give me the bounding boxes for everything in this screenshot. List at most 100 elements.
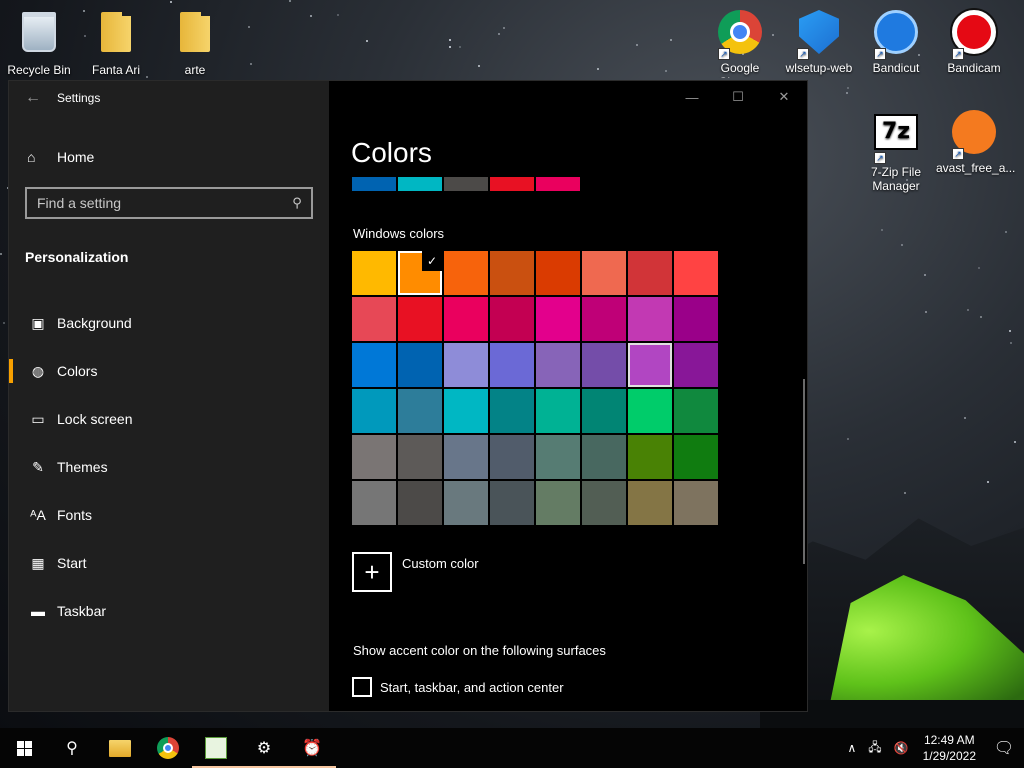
desktop-icon-7zip[interactable]: 7z ↗ 7-Zip File Manager [858, 108, 934, 193]
taskbar-chart-app[interactable] [192, 728, 240, 768]
desktop-icon-bandicam[interactable]: ↗ Bandicam [936, 8, 1012, 75]
desktop-icon-google-chrome[interactable]: ↗ Google Chrome [702, 8, 778, 78]
tray-chevron-icon[interactable]: ∧ [841, 741, 862, 755]
taskbar-chrome[interactable] [144, 728, 192, 768]
color-swatch[interactable] [352, 251, 396, 295]
color-swatch[interactable] [444, 297, 488, 341]
color-swatch[interactable] [582, 389, 626, 433]
color-swatch[interactable] [536, 481, 580, 525]
start-taskbar-checkbox[interactable] [352, 677, 372, 697]
color-swatch[interactable] [582, 297, 626, 341]
color-swatch[interactable] [582, 343, 626, 387]
recent-color-swatch[interactable] [536, 177, 580, 191]
color-swatch[interactable] [398, 435, 442, 479]
nav-item-background[interactable]: ▣ Background [9, 299, 329, 347]
recent-color-swatch[interactable] [352, 177, 396, 191]
accent-start-taskbar-option[interactable]: Start, taskbar, and action center [352, 677, 564, 697]
color-swatch-hovered[interactable] [628, 343, 672, 387]
desktop-icon-arte[interactable]: arte [157, 8, 233, 77]
color-swatch[interactable] [444, 251, 488, 295]
taskbar-settings[interactable]: ⚙ [240, 728, 288, 768]
nav-item-fonts[interactable]: ᴬA Fonts [9, 491, 329, 539]
start-button[interactable] [0, 728, 48, 768]
volume-muted-icon[interactable]: 🔇 [888, 741, 915, 755]
nav-item-colors[interactable]: ◍ Colors [9, 347, 329, 395]
color-swatch[interactable] [444, 343, 488, 387]
close-button[interactable]: ✕ [761, 81, 807, 113]
recent-color-swatch[interactable] [398, 177, 442, 191]
taskbar-search-button[interactable]: ⚲ [48, 728, 96, 768]
taskbar-file-explorer[interactable] [96, 728, 144, 768]
color-swatch[interactable] [582, 481, 626, 525]
nav-item-lock-screen[interactable]: ▭ Lock screen [9, 395, 329, 443]
back-button[interactable]: ← [9, 81, 57, 115]
custom-color-button[interactable]: + Custom color [352, 552, 479, 592]
color-swatch[interactable] [398, 389, 442, 433]
color-swatch[interactable] [398, 343, 442, 387]
color-swatch[interactable] [352, 297, 396, 341]
color-swatch[interactable] [444, 481, 488, 525]
color-swatch[interactable] [536, 251, 580, 295]
desktop-icon-label: Bandicam [947, 61, 1001, 75]
color-swatch[interactable] [398, 481, 442, 525]
color-swatch[interactable] [582, 251, 626, 295]
color-swatch[interactable] [582, 435, 626, 479]
minimize-button[interactable]: — [669, 81, 715, 113]
window-title: Settings [57, 91, 101, 105]
nav-item-start[interactable]: ▦ Start [9, 539, 329, 587]
color-swatch[interactable] [536, 389, 580, 433]
desktop-icon-fanta-ari[interactable]: Fanta Ari [78, 8, 154, 77]
color-swatch[interactable] [352, 481, 396, 525]
color-swatch[interactable] [628, 389, 672, 433]
nav-home[interactable]: ⌂ Home [9, 141, 329, 173]
nav-item-themes[interactable]: ✎ Themes [9, 443, 329, 491]
color-swatch[interactable] [398, 297, 442, 341]
desktop-icon-recycle-bin[interactable]: Recycle Bin [1, 8, 77, 77]
search-input[interactable] [27, 195, 283, 211]
color-swatch-selected[interactable]: ✓ [398, 251, 442, 295]
color-swatch[interactable] [674, 343, 718, 387]
network-icon[interactable]: 🖧 [862, 738, 887, 759]
chrome-icon [157, 737, 179, 759]
desktop-icon-avast[interactable]: ↗ avast_free_a... [936, 108, 1015, 175]
color-swatch[interactable] [674, 297, 718, 341]
search-icon[interactable]: ⚲ [283, 195, 311, 211]
desktop-icon-label: wlsetup-web [785, 61, 853, 75]
color-swatch[interactable] [490, 343, 534, 387]
color-swatch[interactable] [490, 481, 534, 525]
nav-item-taskbar[interactable]: ▬ Taskbar [9, 587, 329, 635]
recent-color-swatch[interactable] [490, 177, 534, 191]
color-swatch[interactable] [674, 481, 718, 525]
nav-item-label: Lock screen [57, 411, 133, 427]
color-swatch[interactable] [352, 343, 396, 387]
color-swatch[interactable] [674, 251, 718, 295]
desktop-icon-wlsetup-web[interactable]: ↗ wlsetup-web [781, 8, 857, 75]
desktop-icon-bandicut[interactable]: ↗ Bandicut [858, 8, 934, 75]
clock[interactable]: 12:49 AM 1/29/2022 [915, 732, 984, 764]
color-swatch[interactable] [674, 389, 718, 433]
color-swatch[interactable] [628, 251, 672, 295]
color-swatch[interactable] [536, 297, 580, 341]
recent-color-swatch[interactable] [444, 177, 488, 191]
themes-brush-icon: ✎ [32, 458, 44, 475]
shortcut-arrow-icon: ↗ [952, 48, 964, 60]
color-swatch[interactable] [536, 343, 580, 387]
color-swatch[interactable] [628, 481, 672, 525]
color-swatch[interactable] [444, 435, 488, 479]
color-swatch[interactable] [628, 297, 672, 341]
scrollbar-thumb[interactable] [803, 379, 805, 564]
color-swatch[interactable] [536, 435, 580, 479]
color-swatch[interactable] [352, 389, 396, 433]
color-swatch[interactable] [674, 435, 718, 479]
color-swatch[interactable] [444, 389, 488, 433]
color-swatch[interactable] [628, 435, 672, 479]
color-swatch[interactable] [490, 297, 534, 341]
chrome-icon: ↗ [716, 10, 764, 60]
action-center-button[interactable]: 🗨 [984, 728, 1024, 768]
color-swatch[interactable] [490, 435, 534, 479]
color-swatch[interactable] [352, 435, 396, 479]
color-swatch[interactable] [490, 251, 534, 295]
color-swatch[interactable] [490, 389, 534, 433]
maximize-button[interactable]: ☐ [715, 81, 761, 113]
taskbar-alarms[interactable]: ⏰ [288, 728, 336, 768]
